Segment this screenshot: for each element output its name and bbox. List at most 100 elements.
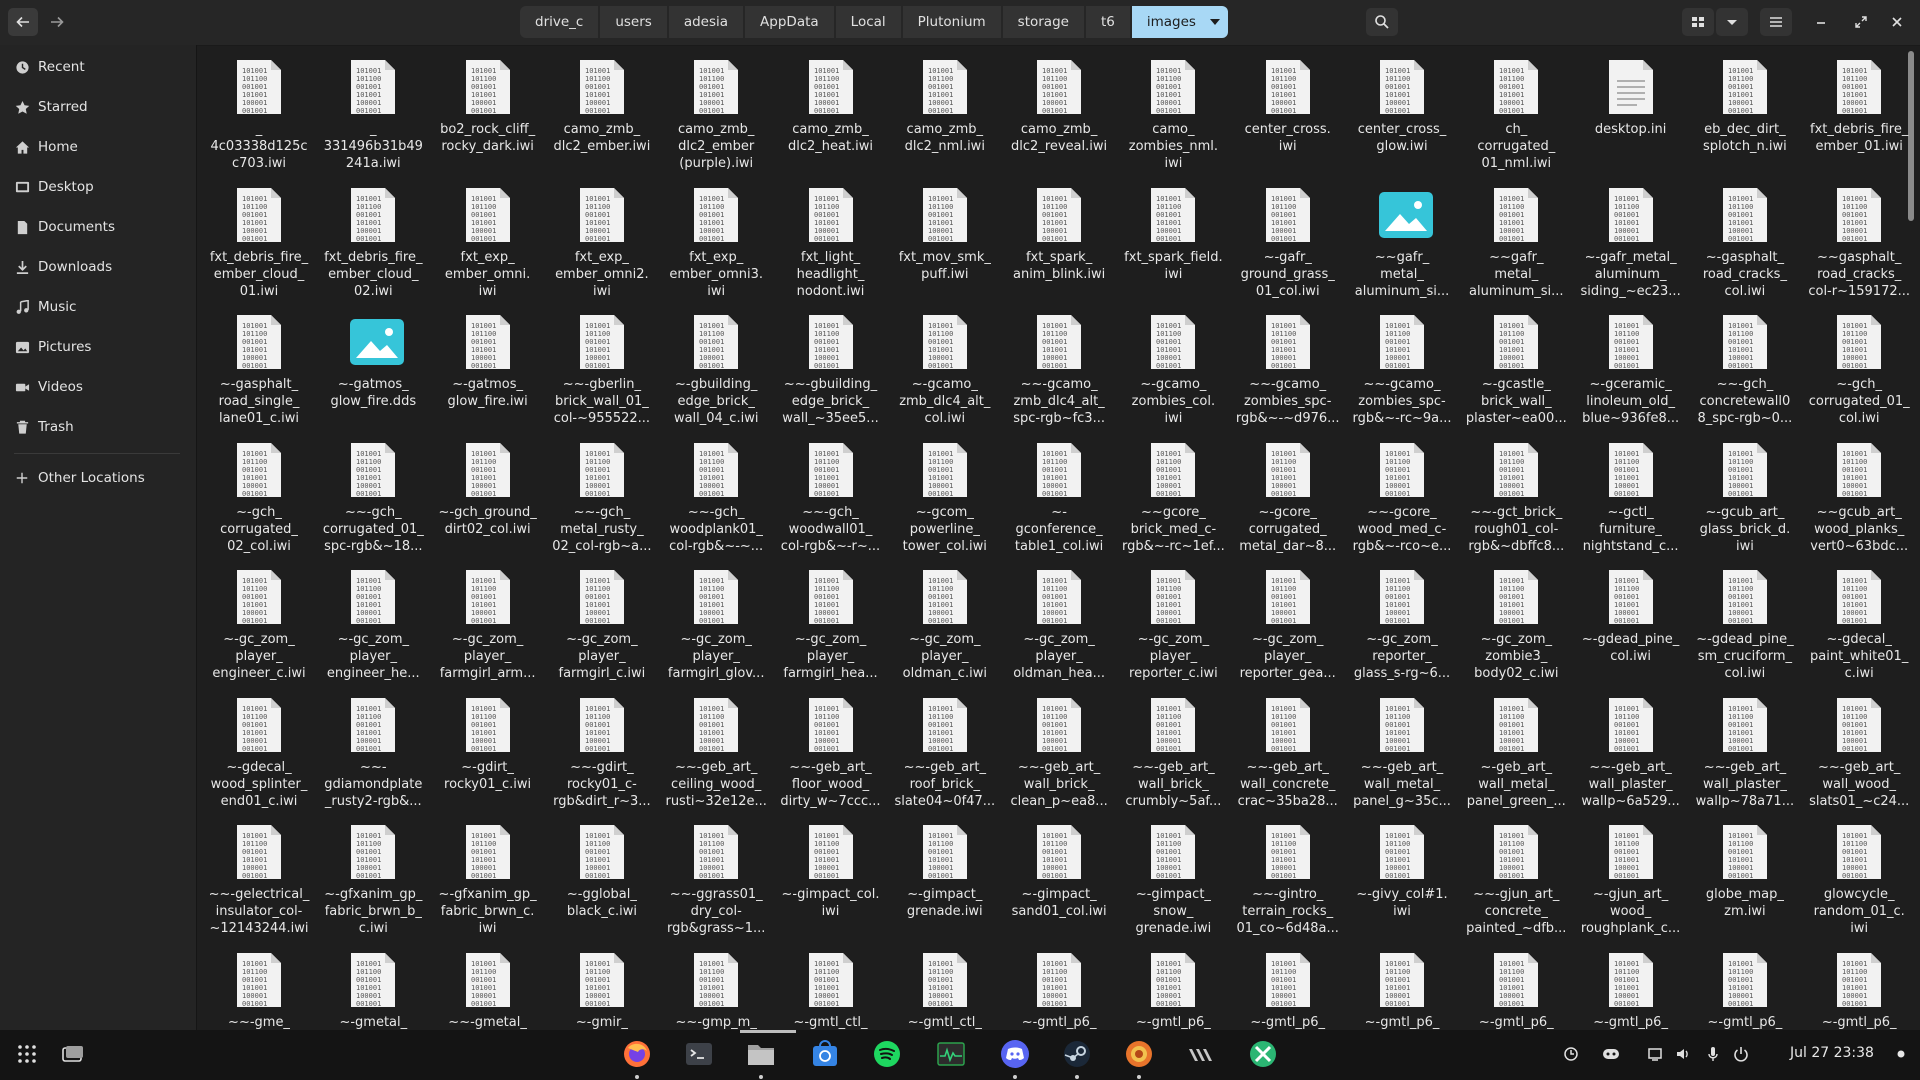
file-item[interactable]: 101001 101100 001001 101001 100001 001001 ~~-g… bbox=[1348, 685, 1456, 810]
search-button[interactable] bbox=[1366, 8, 1398, 36]
crumb-appdata[interactable]: AppData bbox=[745, 6, 834, 38]
crumb-storage[interactable]: storage bbox=[1002, 6, 1084, 38]
file-item[interactable]: 101001 101100 001001 101001 100001 001001 ~~-g… bbox=[548, 302, 656, 427]
file-item[interactable]: 101001 101100 001001 101001 100001 001001 cent… bbox=[1348, 47, 1456, 155]
taskbar-app-system-monitor[interactable] bbox=[934, 1037, 968, 1071]
file-item[interactable]: 101001 101100 001001 101001 100001 001001 ~-gm… bbox=[319, 940, 427, 1031]
file-item[interactable]: 101001 101100 001001 101001 100001 001001 glow… bbox=[1805, 812, 1913, 937]
sidebar-item-pictures[interactable]: Pictures bbox=[0, 327, 196, 367]
volume-icon[interactable] bbox=[1674, 1045, 1692, 1063]
taskbar-app-xbox[interactable] bbox=[1246, 1037, 1280, 1071]
sidebar-item-other-locations[interactable]: Other Locations bbox=[0, 458, 196, 498]
file-item[interactable]: 101001 101100 001001 101001 100001 001001 ~-gd… bbox=[205, 685, 313, 810]
file-item[interactable]: 101001 101100 001001 101001 100001 001001 fxt_… bbox=[1805, 47, 1913, 155]
file-item[interactable]: 101001 101100 001001 101001 100001 001001 camo… bbox=[548, 47, 656, 155]
file-item[interactable]: 101001 101100 001001 101001 100001 001001 ~~-g… bbox=[1462, 812, 1570, 937]
taskbar-app-spotify[interactable] bbox=[870, 1037, 904, 1071]
crumb-t6[interactable]: t6 bbox=[1085, 6, 1130, 38]
gamepad-icon[interactable] bbox=[1602, 1045, 1620, 1063]
file-item[interactable]: 101001 101100 001001 101001 100001 001001 ~-gb… bbox=[662, 302, 770, 427]
crumb-drive-c[interactable]: drive_c bbox=[520, 6, 599, 38]
file-item[interactable]: 101001 101100 001001 101001 100001 001001 ~-gm… bbox=[1577, 940, 1685, 1031]
file-item[interactable]: 101001 101100 001001 101001 100001 001001 camo… bbox=[891, 47, 999, 155]
sidebar-item-downloads[interactable]: Downloads bbox=[0, 247, 196, 287]
file-item[interactable]: 101001 101100 001001 101001 100001 001001 ~-gc… bbox=[1691, 430, 1799, 555]
file-item[interactable]: 101001 101100 001001 101001 100001 001001 ~~-g… bbox=[205, 940, 313, 1031]
file-item[interactable]: 101001 101100 001001 101001 100001 001001 ~~gc… bbox=[1119, 430, 1227, 555]
file-item[interactable]: 101001 101100 001001 101001 100001 001001 ~-gf… bbox=[319, 812, 427, 937]
file-item[interactable]: 101001 101100 001001 101001 100001 001001 ~-gc… bbox=[205, 557, 313, 682]
file-item[interactable]: 101001 101100 001001 101001 100001 001001 ~~-g… bbox=[319, 430, 427, 555]
file-item[interactable]: 101001 101100 001001 101001 100001 001001 fxt_… bbox=[434, 175, 542, 300]
clock[interactable]: Jul 27 23:38 bbox=[1790, 1045, 1874, 1061]
file-item[interactable]: 101001 101100 001001 101001 100001 001001 ~-ga… bbox=[434, 302, 542, 410]
back-button[interactable] bbox=[8, 8, 38, 36]
taskbar-app-launcher[interactable] bbox=[1184, 1037, 1218, 1071]
remote-icon[interactable] bbox=[1562, 1045, 1580, 1063]
file-item[interactable]: 101001 101100 001001 101001 100001 001001 ~-gc… bbox=[1234, 430, 1342, 555]
file-item[interactable]: 101001 101100 001001 101001 100001 001001 ~~gc… bbox=[1805, 430, 1913, 555]
file-item[interactable]: 101001 101100 001001 101001 100001 001001 ~~-g… bbox=[1005, 302, 1113, 427]
file-item[interactable]: 101001 101100 001001 101001 100001 001001 ~~-g… bbox=[662, 685, 770, 810]
file-item[interactable]: 101001 101100 001001 101001 100001 001001 fxt_… bbox=[319, 175, 427, 300]
sidebar-item-documents[interactable]: Documents bbox=[0, 207, 196, 247]
crumb-users[interactable]: users bbox=[600, 6, 667, 38]
taskbar-app-game[interactable] bbox=[1122, 1037, 1156, 1071]
file-item[interactable]: 101001 101100 001001 101001 100001 001001 ~-gc… bbox=[1119, 557, 1227, 682]
file-item[interactable]: 101001 101100 001001 101001 100001 001001 fxt_… bbox=[777, 175, 885, 300]
file-item[interactable]: 101001 101100 001001 101001 100001 001001 ~-gc… bbox=[434, 557, 542, 682]
file-item[interactable]: 101001 101100 001001 101001 100001 001001 ~-gg… bbox=[548, 812, 656, 920]
file-item[interactable]: 101001 101100 001001 101001 100001 001001 ~~-g… bbox=[662, 812, 770, 937]
file-item[interactable]: 101001 101100 001001 101001 100001 001001 ~~ga… bbox=[1462, 175, 1570, 300]
file-item[interactable]: 101001 101100 001001 101001 100001 001001 ~-gc… bbox=[548, 557, 656, 682]
file-item[interactable]: 101001 101100 001001 101001 100001 001001 ~-gm… bbox=[548, 940, 656, 1031]
close-button[interactable] bbox=[1882, 8, 1912, 36]
file-item[interactable]: 101001 101100 001001 101001 100001 001001 ~~-g… bbox=[1805, 685, 1913, 810]
file-item[interactable]: 101001 101100 001001 101001 100001 001001 ~-gc… bbox=[777, 557, 885, 682]
file-item[interactable]: 101001 101100 001001 101001 100001 001001 ~-gf… bbox=[434, 812, 542, 937]
file-item[interactable]: 101001 101100 001001 101001 100001 001001 camo… bbox=[1119, 47, 1227, 172]
file-item[interactable]: 101001 101100 001001 101001 100001 001001 ~~ga… bbox=[1805, 175, 1913, 300]
file-item[interactable]: 101001 101100 001001 101001 100001 001001 ~-gc… bbox=[662, 557, 770, 682]
file-item[interactable]: 101001 101100 001001 101001 100001 001001 ~~-g… bbox=[662, 430, 770, 555]
taskbar-app-files[interactable] bbox=[744, 1037, 778, 1071]
file-item[interactable]: 101001 101100 001001 101001 100001 001001 ~-gi… bbox=[1119, 812, 1227, 937]
file-item[interactable]: 101001 101100 001001 101001 100001 001001 ~-gc… bbox=[319, 557, 427, 682]
workspaces-button[interactable] bbox=[56, 1037, 90, 1071]
file-item[interactable]: 101001 101100 001001 101001 100001 001001 ~~-g… bbox=[891, 685, 999, 810]
file-item[interactable]: 101001 101100 001001 101001 100001 001001 fxt_… bbox=[1119, 175, 1227, 283]
sidebar-item-music[interactable]: Music bbox=[0, 287, 196, 327]
file-item[interactable]: 101001 101100 001001 101001 100001 001001 ~~-g… bbox=[1691, 302, 1799, 427]
file-item[interactable]: 101001 101100 001001 101001 100001 001001 fxt_… bbox=[548, 175, 656, 300]
microphone-icon[interactable] bbox=[1704, 1045, 1722, 1063]
file-item[interactable]: 101001 101100 001001 101001 100001 001001 ~-gc… bbox=[1234, 557, 1342, 682]
file-item[interactable]: 101001 101100 001001 101001 100001 001001 ~-gm… bbox=[1119, 940, 1227, 1031]
file-item[interactable]: 101001 101100 001001 101001 100001 001001 ~-gc… bbox=[1805, 302, 1913, 427]
file-item[interactable]: 101001 101100 001001 101001 100001 001001 ~-gi… bbox=[891, 812, 999, 920]
notification-dot-icon[interactable] bbox=[1892, 1045, 1910, 1063]
file-item[interactable]: 101001 101100 001001 101001 100001 001001 ~~-g… bbox=[777, 302, 885, 427]
file-item[interactable]: 101001 101100 001001 101001 100001 001001 ~~-g… bbox=[1691, 685, 1799, 810]
forward-button[interactable] bbox=[42, 8, 72, 36]
sidebar-item-videos[interactable]: Videos bbox=[0, 367, 196, 407]
file-item[interactable]: 101001 101100 001001 101001 100001 001001 cent… bbox=[1234, 47, 1342, 155]
taskbar-app-steam[interactable] bbox=[1060, 1037, 1094, 1071]
file-item[interactable]: 101001 101100 001001 101001 100001 001001 ~~-g… bbox=[1348, 430, 1456, 555]
display-icon[interactable] bbox=[1646, 1045, 1664, 1063]
sidebar-item-trash[interactable]: Trash bbox=[0, 407, 196, 447]
sidebar-item-recent[interactable]: Recent bbox=[0, 47, 196, 87]
file-item[interactable]: 101001 101100 001001 101001 100001 001001 ~-gd… bbox=[1691, 557, 1799, 682]
file-item[interactable]: 101001 101100 001001 101001 100001 001001 ~~-g… bbox=[205, 812, 313, 937]
file-item[interactable]: 101001 101100 001001 101001 100001 001001 ~-gm… bbox=[1462, 940, 1570, 1031]
file-item[interactable]: 101001 101100 001001 101001 100001 001001 ~-gc… bbox=[891, 430, 999, 555]
file-item[interactable]: 101001 101100 001001 101001 100001 001001 ~~-g… bbox=[1119, 685, 1227, 810]
crumb-adesia[interactable]: adesia bbox=[668, 6, 744, 38]
file-item[interactable]: 101001 101100 001001 101001 100001 001001 ~~-g… bbox=[1234, 685, 1342, 810]
file-item[interactable]: 101001 101100 001001 101001 100001 001001 ~~-g… bbox=[1348, 302, 1456, 427]
taskbar-app-firefox[interactable] bbox=[620, 1037, 654, 1071]
file-item[interactable]: 101001 101100 001001 101001 100001 001001 ~-gc… bbox=[1577, 302, 1685, 427]
file-item[interactable]: 101001 101100 001001 101001 100001 001001 fxt_… bbox=[205, 175, 313, 300]
file-item[interactable]: 101001 101100 001001 101001 100001 001001 ~~-g… bbox=[1577, 685, 1685, 810]
file-item[interactable]: 101001 101100 001001 101001 100001 001001 camo… bbox=[777, 47, 885, 155]
file-item[interactable]: 101001 101100 001001 101001 100001 001001 ~-ge… bbox=[1462, 685, 1570, 810]
